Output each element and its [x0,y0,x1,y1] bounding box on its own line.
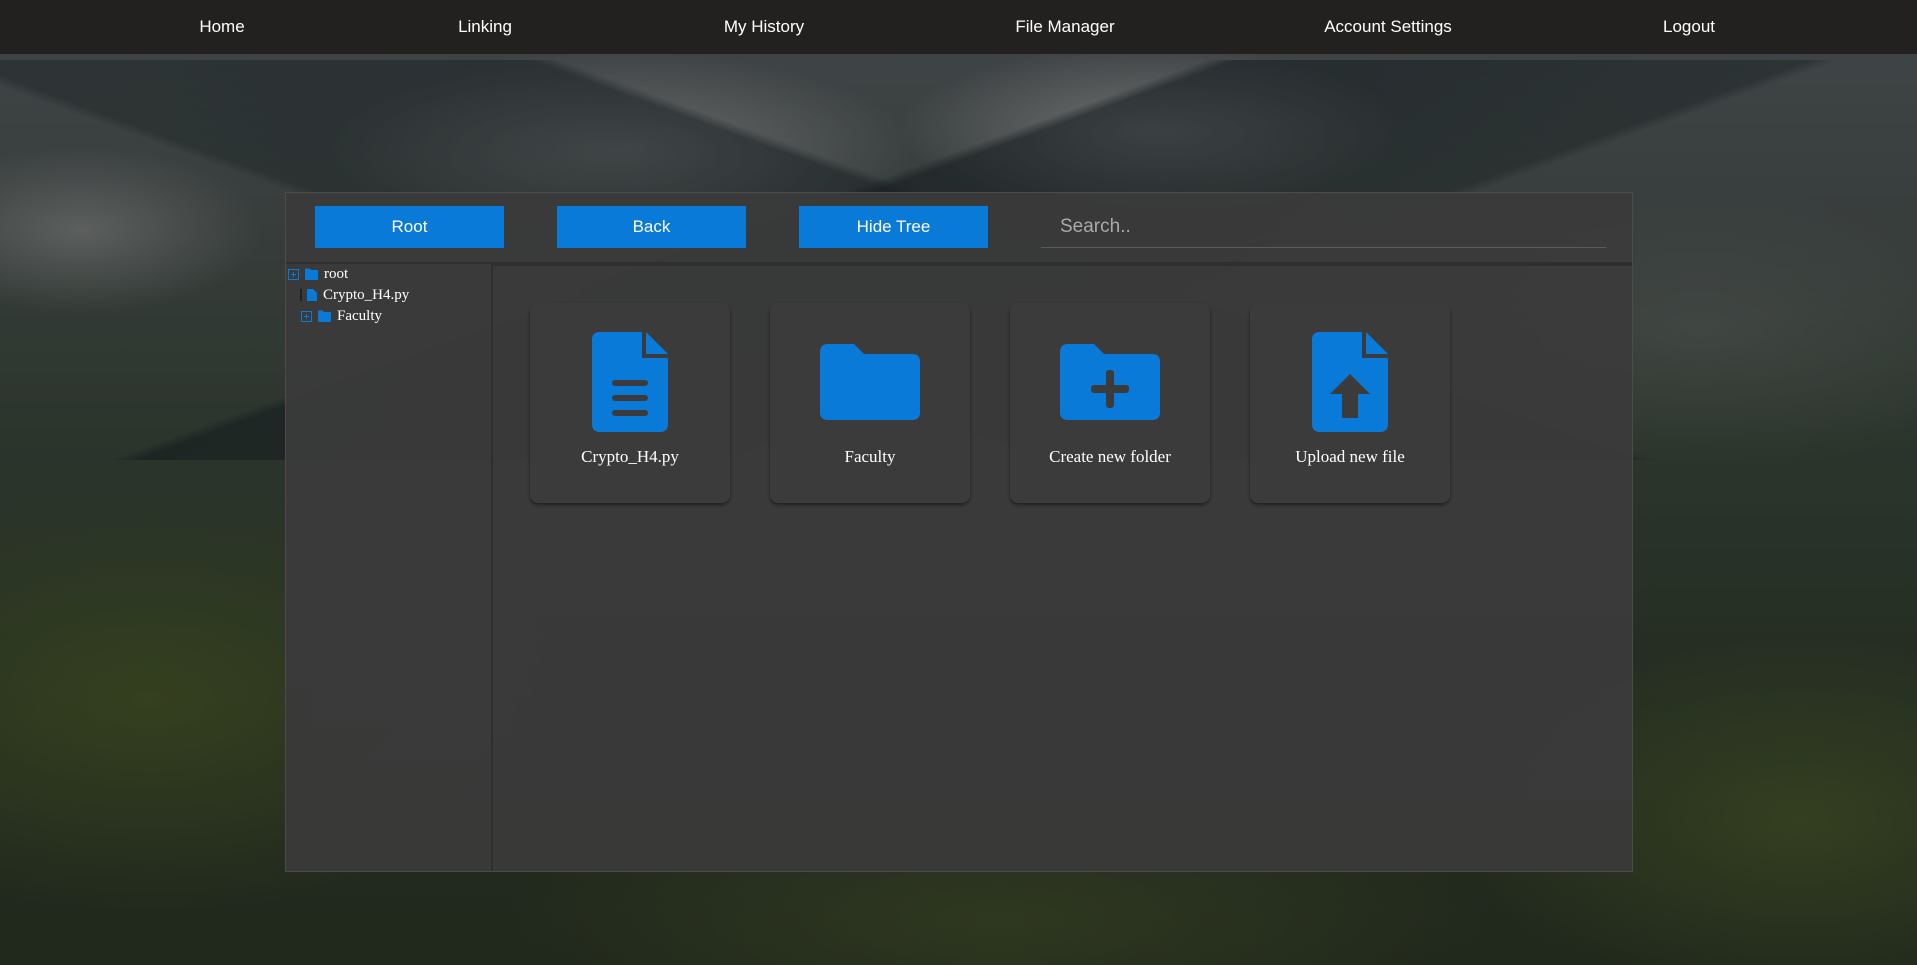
nav-account-settings[interactable]: Account Settings [1324,0,1452,54]
search-input[interactable] [1041,206,1606,248]
tile-label: Create new folder [1049,447,1171,466]
file-icon [307,289,317,301]
expand-icon[interactable] [301,310,312,322]
folder-tree: root Crypto_H4.py Faculty [286,264,491,871]
file-tile[interactable]: Crypto_H4.py [530,303,730,503]
expand-icon[interactable] [288,268,299,280]
back-button[interactable]: Back [557,206,746,248]
folder-icon [305,268,318,280]
tile-label: Crypto_H4.py [581,447,679,466]
folder-icon [318,310,331,322]
root-button[interactable]: Root [315,206,504,248]
hide-tree-button[interactable]: Hide Tree [799,206,988,248]
upload-file-tile[interactable]: Upload new file [1250,303,1450,503]
nav-linking[interactable]: Linking [458,0,512,54]
tree-item-label[interactable]: root [324,266,348,283]
tree-item-label[interactable]: Crypto_H4.py [323,287,409,304]
tree-connector [300,289,302,301]
tile-label: Faculty [844,447,896,466]
file-manager-panel: Root Back Hide Tree root Crypto_H4.py Fa… [285,192,1633,872]
tree-item-file[interactable]: Crypto_H4.py [300,285,409,305]
file-text-icon [592,332,668,432]
tile-label: Upload new file [1295,447,1405,466]
create-folder-tile[interactable]: Create new folder [1010,303,1210,503]
folder-icon [820,344,920,420]
top-navbar: Home Linking My History File Manager Acc… [0,0,1917,54]
folder-tile[interactable]: Faculty [770,303,970,503]
nav-home[interactable]: Home [199,0,244,54]
folder-plus-icon [1060,344,1160,420]
tree-item-label[interactable]: Faculty [337,308,382,325]
tree-item-folder[interactable]: Faculty [301,306,382,326]
nav-my-history[interactable]: My History [724,0,804,54]
file-upload-icon [1312,332,1388,432]
tree-item-root[interactable]: root [288,264,348,284]
file-grid: Crypto_H4.py Faculty Create new folder U… [491,264,1632,871]
nav-file-manager[interactable]: File Manager [1015,0,1114,54]
nav-logout[interactable]: Logout [1663,0,1715,54]
